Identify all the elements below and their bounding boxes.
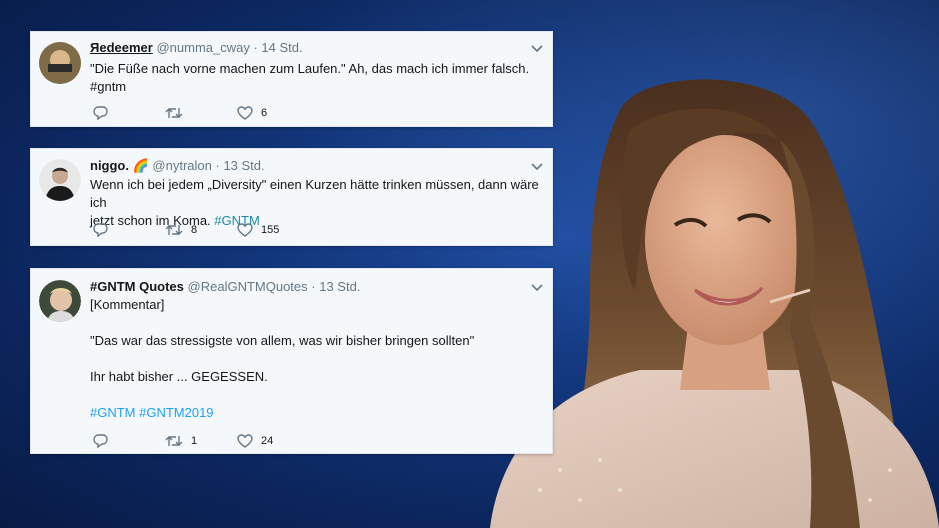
retweet-count: 1 [191, 435, 198, 447]
like-count: 24 [261, 435, 274, 447]
tweet-header: Яedeemer @numma_cway · 14 Std. [90, 40, 303, 55]
retweet-button[interactable] [165, 106, 183, 120]
chevron-down-icon[interactable] [530, 42, 544, 56]
heart-icon [237, 434, 253, 448]
avatar-image [39, 280, 81, 322]
reply-icon [93, 223, 108, 237]
retweet-icon [165, 436, 183, 446]
display-name[interactable]: Яedeemer [90, 40, 153, 55]
chevron-down-icon[interactable] [530, 160, 544, 174]
timestamp[interactable]: · 13 Std. [311, 279, 360, 294]
tweet-text: [Kommentar] "Das war das stressigste von… [90, 296, 474, 422]
heart-icon [237, 106, 253, 120]
like-count: 6 [261, 107, 268, 119]
display-name[interactable]: #GNTM Quotes [90, 279, 184, 294]
tweet-line: [Kommentar] [90, 297, 165, 312]
tweet-text: Wenn ich bei jedem „Diversity" einen Kur… [90, 176, 552, 230]
heart-icon [237, 223, 253, 237]
tweet-text: "Die Füße nach vorne machen zum Laufen."… [90, 60, 529, 96]
retweet-button[interactable]: 1 [165, 434, 197, 448]
reply-button[interactable] [93, 223, 108, 237]
like-button[interactable]: 24 [237, 434, 273, 448]
hashtag-link[interactable]: #GNTM #GNTM2019 [90, 404, 474, 422]
timestamp[interactable]: · 14 Std. [253, 40, 302, 55]
avatar[interactable] [39, 159, 81, 201]
avatar-image [39, 159, 81, 201]
chevron-down-icon[interactable] [530, 281, 544, 295]
like-button[interactable]: 155 [237, 223, 279, 237]
retweet-icon [165, 225, 183, 235]
like-count: 155 [261, 224, 280, 236]
tweet-header: niggo. 🌈 @nytralon · 13 Std. [90, 158, 265, 174]
avatar[interactable] [39, 42, 81, 84]
avatar[interactable] [39, 280, 81, 322]
reply-icon [93, 106, 108, 120]
timestamp[interactable]: · 13 Std. [216, 158, 265, 173]
handle[interactable]: @RealGNTMQuotes [188, 279, 308, 294]
display-name[interactable]: niggo. 🌈 [90, 158, 149, 173]
tweet-line: jetzt schon im Koma. #GNTM [90, 212, 552, 230]
tweet-card[interactable]: #GNTM Quotes @RealGNTMQuotes · 13 Std. [… [30, 268, 553, 454]
retweet-count: 8 [191, 224, 198, 236]
retweet-button[interactable]: 8 [165, 223, 197, 237]
handle[interactable]: @numma_cway [156, 40, 249, 55]
hashtag-link[interactable]: #gntm [90, 78, 529, 96]
reply-button[interactable] [93, 434, 108, 448]
tweet-card[interactable]: Яedeemer @numma_cway · 14 Std. "Die Füße… [30, 31, 553, 127]
like-button[interactable]: 6 [237, 106, 267, 120]
tweet-line: Wenn ich bei jedem „Diversity" einen Kur… [90, 177, 539, 210]
reply-icon [93, 434, 108, 448]
tweet-header: #GNTM Quotes @RealGNTMQuotes · 13 Std. [90, 279, 360, 294]
tweet-line: "Die Füße nach vorne machen zum Laufen."… [90, 61, 530, 76]
tweet-line: Ihr habt bisher ... GEGESSEN. [90, 369, 268, 384]
handle[interactable]: @nytralon [152, 158, 211, 173]
retweet-icon [165, 108, 183, 118]
tweet-card[interactable]: niggo. 🌈 @nytralon · 13 Std. Wenn ich be… [30, 148, 553, 246]
avatar-image [39, 42, 81, 84]
tweet-line: "Das war das stressigste von allem, was … [90, 333, 475, 348]
reply-button[interactable] [93, 106, 108, 120]
